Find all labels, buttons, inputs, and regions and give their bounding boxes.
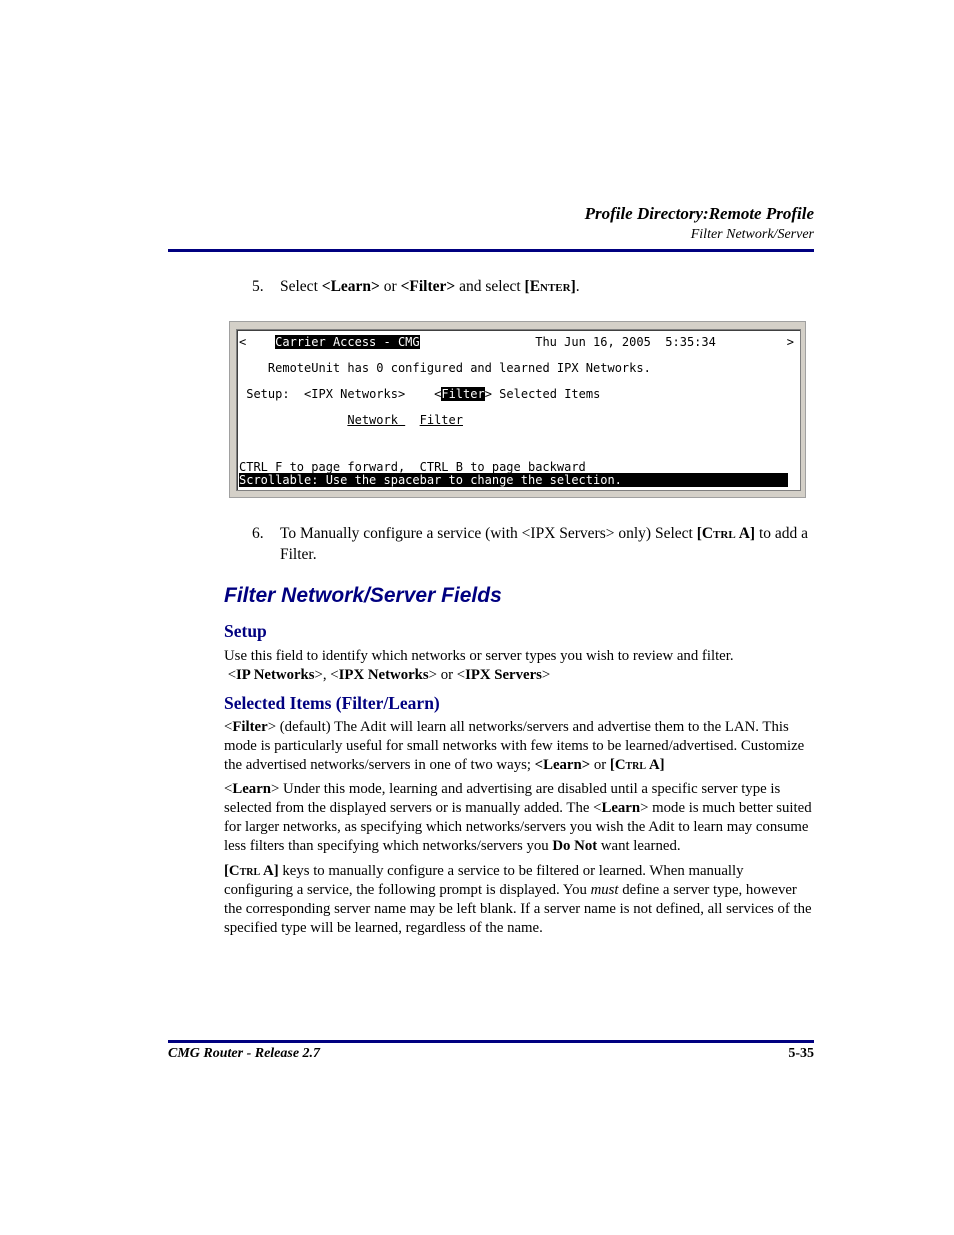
help-line: CTRL F to page forward, CTRL B to page b… xyxy=(239,460,586,474)
step-number: 6. xyxy=(252,525,264,542)
step-number: 5. xyxy=(252,278,264,295)
scroll-hint-bar: Scrollable: Use the spacebar to change t… xyxy=(239,473,788,487)
step-text: Select <Learn> or <Filter> and select [E… xyxy=(252,276,814,297)
nav-left-arrow-icon: < xyxy=(239,335,247,349)
text-run: or xyxy=(379,278,401,295)
ctrl-a-key: [Ctrl A] xyxy=(696,525,756,542)
running-header: Profile Directory:Remote Profile Filter … xyxy=(585,203,814,245)
footer-rule xyxy=(168,1040,814,1043)
option-ipx-servers: IPX Servers xyxy=(465,667,542,683)
datetime: Thu Jun 16, 2005 5:35:34 xyxy=(535,335,716,349)
text-run: want learned. xyxy=(597,838,681,854)
text-run: To Manually configure a service (with <I… xyxy=(280,525,697,542)
terminal-title-line: < Carrier Access - CMG Thu Jun 16, 2005 … xyxy=(239,335,716,349)
ctrl-a-key: [Ctrl A] xyxy=(224,863,279,879)
column-headers: Network Filter xyxy=(239,413,463,427)
terminal-screenshot: < Carrier Access - CMG Thu Jun 16, 2005 … xyxy=(229,321,806,498)
text-run: . xyxy=(575,278,580,295)
setup-select: <IPX Networks> xyxy=(304,387,406,401)
option-ipx-networks: IPX Networks xyxy=(338,667,429,683)
step-6: 6. To Manually configure a service (with… xyxy=(252,523,814,565)
text-run: or xyxy=(590,757,610,773)
header-rule xyxy=(168,249,814,252)
step-5: 5. Select <Learn> or <Filter> and select… xyxy=(252,276,814,297)
chapter-title: Profile Directory:Remote Profile xyxy=(584,204,814,223)
enter-key: [Enter] xyxy=(524,278,576,295)
do-not-emphasis: Do Not xyxy=(552,838,598,854)
app-title: Carrier Access - CMG xyxy=(275,335,420,349)
page-number: 5-35 xyxy=(788,1046,814,1061)
learn-description: <Learn> Under this mode, learning and ad… xyxy=(224,781,812,854)
text-run: Use this field to identify which network… xyxy=(224,648,734,664)
ctrl-a-key: [Ctrl A] xyxy=(609,757,665,773)
learn-term: <Learn> xyxy=(534,757,591,773)
text-run: and select xyxy=(455,278,525,295)
mode-select: Filter xyxy=(441,387,485,401)
setup-description: Use this field to identify which network… xyxy=(224,648,734,683)
setup-label: Setup: xyxy=(246,387,290,401)
footer-product: CMG Router - Release 2.7 xyxy=(168,1046,321,1061)
column-filter: Filter xyxy=(419,413,463,427)
section-title: Filter Network/Server xyxy=(690,227,814,242)
setup-line: Setup: <IPX Networks> <Filter> Selected … xyxy=(239,387,600,401)
text-run: (default) The Adit will learn all networ… xyxy=(224,719,805,773)
must-emphasis: must xyxy=(590,882,619,898)
text-run: Select xyxy=(280,278,322,295)
learn-term: Learn xyxy=(601,800,641,816)
filter-term: Filter xyxy=(232,719,268,735)
mode-label: Selected Items xyxy=(499,387,601,401)
nav-right-arrow-icon: > xyxy=(786,335,794,349)
option-ip-networks: IP Networks xyxy=(236,667,315,683)
step-text: To Manually configure a service (with <I… xyxy=(252,523,814,565)
status-text: RemoteUnit has 0 configured and learned … xyxy=(267,361,651,375)
terminal-screen: < Carrier Access - CMG Thu Jun 16, 2005 … xyxy=(236,329,801,491)
filter-description: <Filter> (default) The Adit will learn a… xyxy=(224,719,805,773)
selected-items-heading: Selected Items (Filter/Learn) xyxy=(224,693,440,713)
column-network: Network xyxy=(347,413,406,427)
status-line: RemoteUnit has 0 configured and learned … xyxy=(239,361,651,375)
bracket: > xyxy=(484,387,492,401)
learn-term: Learn xyxy=(232,781,271,797)
fields-section-title: Filter Network/Server Fields xyxy=(224,584,502,607)
filter-option: <Filter> xyxy=(400,278,456,295)
learn-option: <Learn> xyxy=(321,278,380,295)
ctrl-a-description: [Ctrl A] keys to manually configure a se… xyxy=(224,862,816,938)
setup-heading: Setup xyxy=(224,621,267,641)
